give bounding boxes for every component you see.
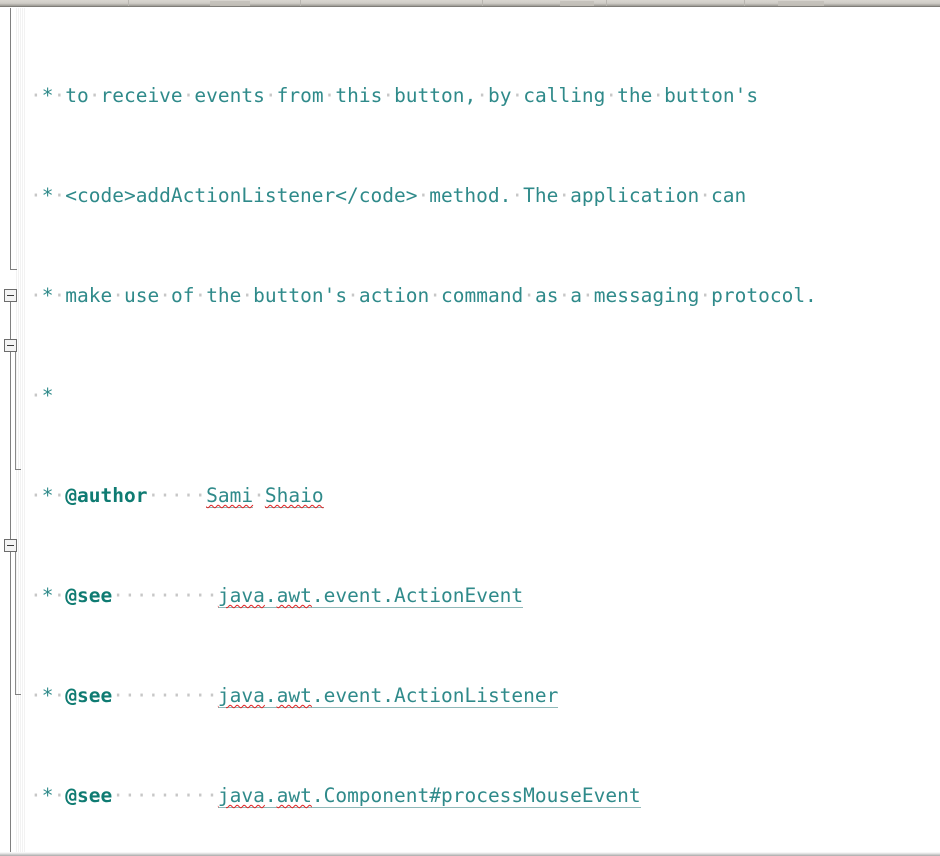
toolbar-separator (482, 0, 483, 6)
toolbar-separator (744, 0, 745, 6)
fold-bar-javadoc (10, 8, 11, 270)
toolbar-separator (606, 0, 607, 6)
fold-bar-class (10, 302, 11, 853)
code-line[interactable]: ·*·@see·········java.awt.event.ActionLis… (27, 683, 940, 708)
toolbar-separator (300, 0, 301, 6)
code-line[interactable]: ·*·@see·········java.awt.Component#proce… (27, 783, 940, 808)
code-line[interactable]: ·* (27, 383, 940, 408)
fold-bar-javadoc-action (15, 552, 16, 695)
toolbar-button[interactable] (560, 1, 594, 6)
code-line[interactable]: ·*·@see·········java.awt.event.ActionEve… (27, 583, 940, 608)
fold-toggle-class[interactable] (4, 289, 17, 302)
fold-end-javadoc-label (15, 469, 21, 470)
toolbar-sliver[interactable] (0, 0, 940, 7)
code-line[interactable]: ·*·<code>addActionListener</code>·method… (27, 183, 940, 208)
fold-toggle-javadoc-label[interactable] (4, 339, 17, 352)
fold-end-javadoc-action (15, 694, 21, 695)
fold-gutter[interactable] (0, 8, 26, 853)
toolbar-button[interactable] (210, 1, 250, 6)
code-line[interactable]: ·*·@author·····Sami·Shaio (27, 483, 940, 508)
editor-body[interactable]: ·*·to·receive·events·from·this·button,·b… (0, 8, 940, 853)
toolbar-separator (128, 0, 129, 6)
fold-bar-javadoc-label (15, 352, 16, 470)
gutter-stripe (16, 8, 26, 853)
code-line[interactable]: ·*·to·receive·events·from·this·button,·b… (27, 83, 940, 108)
editor-bottom-border (0, 852, 940, 856)
code-editor-window: ·*·to·receive·events·from·this·button,·b… (0, 0, 940, 856)
code-text-area[interactable]: ·*·to·receive·events·from·this·button,·b… (27, 8, 940, 853)
toolbar-button[interactable] (778, 1, 824, 6)
fold-end-marker (10, 269, 17, 270)
code-line[interactable]: ·*·make·use·of·the·button's·action·comma… (27, 283, 940, 308)
fold-toggle-javadoc-action[interactable] (4, 539, 17, 552)
